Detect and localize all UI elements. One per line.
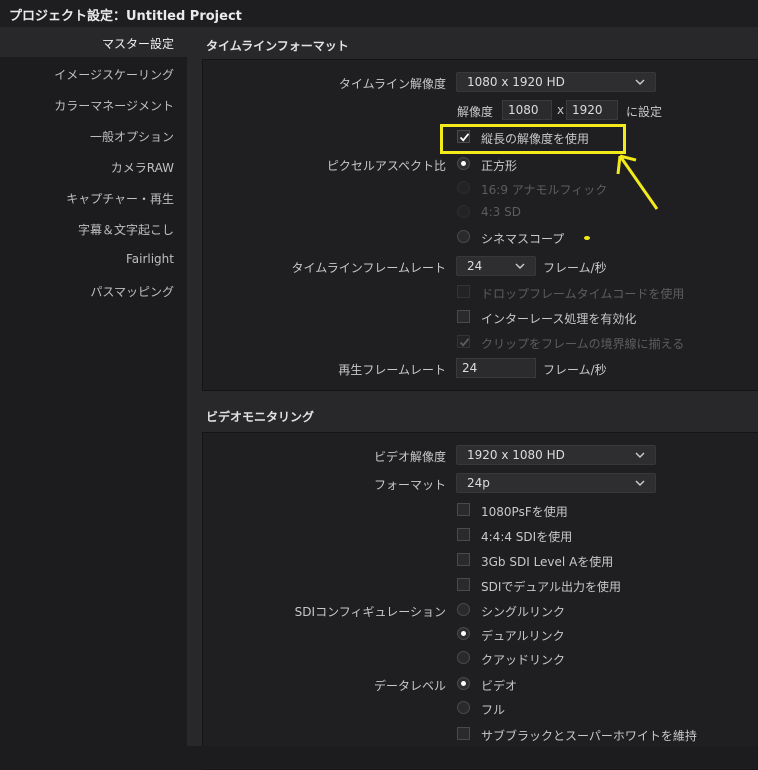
sdi-dual-output-label: SDIでデュアル出力を使用 <box>481 580 622 594</box>
resolution-height-input[interactable]: 1920 <box>566 100 618 120</box>
chevron-down-icon <box>635 79 645 85</box>
sidebar-item-general-options[interactable]: 一般オプション <box>90 128 174 145</box>
section-title-video-monitoring: ビデオモニタリング <box>206 410 315 424</box>
sidebar-item-master-settings[interactable]: マスター設定 <box>102 35 174 52</box>
arrow-annotation-icon <box>616 154 659 210</box>
aspect-anamorphic-label: 16:9 アナモルフィック <box>481 183 608 197</box>
sidebar-item-camera-raw[interactable]: カメラRAW <box>111 159 174 176</box>
use-3gb-sdi-label: 3Gb SDI Level Aを使用 <box>481 555 614 569</box>
aspect-cinemascope-radio[interactable] <box>457 230 470 243</box>
bottom-bar <box>0 746 758 768</box>
sidebar-item-image-scaling[interactable]: イメージスケーリング <box>54 66 174 83</box>
timeline-resolution-label: タイムライン解像度 <box>338 77 446 91</box>
sdi-dual-link-label: デュアルリンク <box>481 629 565 643</box>
set-resolution-label: に設定 <box>626 105 663 119</box>
use-1080psf-checkbox[interactable] <box>457 503 470 516</box>
checkmark-icon <box>459 338 470 347</box>
sidebar-item-fairlight[interactable]: Fairlight <box>126 252 174 266</box>
chevron-down-icon <box>635 480 645 486</box>
sdi-single-link-label: シングルリンク <box>481 605 566 619</box>
data-level-video-radio[interactable] <box>457 677 470 690</box>
aspect-4-3-label: 4:3 SD <box>481 205 521 219</box>
video-resolution-label: ビデオ解像度 <box>373 450 446 464</box>
sidebar-item-capture-playback[interactable]: キャプチャー・再生 <box>66 190 174 207</box>
drop-frame-checkbox[interactable] <box>457 285 470 298</box>
aspect-square-radio[interactable] <box>457 157 470 170</box>
data-level-full-label: フル <box>481 703 506 717</box>
playback-framerate-label: 再生フレームレート <box>338 363 446 377</box>
sdi-dual-link-radio[interactable] <box>457 627 470 640</box>
clip-snap-label: クリップをフレームの境界線に揃える <box>481 337 685 351</box>
data-level-label: データレベル <box>373 679 446 693</box>
video-resolution-value: 1920 x 1080 HD <box>467 448 565 462</box>
highlight-annotation-dot <box>584 236 590 240</box>
sdi-config-label: SDIコンフィギュレーション <box>294 605 446 619</box>
interlace-label: インターレース処理を有効化 <box>481 312 637 326</box>
section-title-timeline-format: タイムラインフォーマット <box>206 39 349 53</box>
playback-framerate-input[interactable]: 24 <box>456 358 536 378</box>
timeline-resolution-value: 1080 x 1920 HD <box>467 75 565 89</box>
use-1080psf-label: 1080PsFを使用 <box>481 505 568 519</box>
retain-sub-black-checkbox[interactable] <box>457 727 470 740</box>
sdi-dual-output-checkbox[interactable] <box>457 578 470 591</box>
pixel-aspect-label: ピクセルアスペクト比 <box>326 159 446 173</box>
resolution-separator: x <box>557 103 565 117</box>
timeline-framerate-label: タイムラインフレームレート <box>291 261 446 275</box>
chevron-down-icon <box>635 452 645 458</box>
timeline-framerate-dropdown[interactable]: 24 <box>456 256 536 276</box>
use-444-sdi-checkbox[interactable] <box>457 528 470 541</box>
aspect-4-3-radio[interactable] <box>457 205 470 218</box>
data-level-video-label: ビデオ <box>481 679 518 693</box>
interlace-checkbox[interactable] <box>457 310 470 323</box>
video-format-value: 24p <box>467 476 490 490</box>
data-level-full-radio[interactable] <box>457 701 470 714</box>
video-format-dropdown[interactable]: 24p <box>456 473 656 493</box>
drop-frame-label: ドロップフレームタイムコードを使用 <box>481 287 685 301</box>
custom-resolution-label: 解像度 <box>457 105 494 119</box>
retain-sub-black-label: サブブラックとスーパーホワイトを維持 <box>481 729 697 743</box>
settings-sidebar: マスター設定 イメージスケーリング カラーマネージメント 一般オプション カメラ… <box>0 27 187 768</box>
sdi-quad-link-label: クアッドリンク <box>481 653 566 667</box>
aspect-square-label: 正方形 <box>481 159 518 173</box>
sdi-quad-link-radio[interactable] <box>457 651 470 664</box>
aspect-cinemascope-label: シネマスコープ <box>481 232 565 246</box>
sidebar-item-color-management[interactable]: カラーマネージメント <box>54 97 174 114</box>
resolution-width-input[interactable]: 1080 <box>502 100 552 120</box>
aspect-anamorphic-radio[interactable] <box>457 181 470 194</box>
timeline-framerate-value: 24 <box>467 259 483 273</box>
sidebar-item-path-mapping[interactable]: パスマッピング <box>90 283 174 300</box>
use-3gb-sdi-checkbox[interactable] <box>457 553 470 566</box>
sidebar-item-subtitles[interactable]: 字幕＆文字起こし <box>78 221 174 238</box>
clip-snap-checkbox[interactable] <box>457 335 470 348</box>
window-titlebar: プロジェクト設定：Untitled Project <box>0 0 758 28</box>
use-444-sdi-label: 4:4:4 SDIを使用 <box>481 530 573 544</box>
timeline-framerate-unit: フレーム/秒 <box>543 261 607 275</box>
highlight-annotation-box <box>440 124 626 154</box>
playback-framerate-unit: フレーム/秒 <box>543 363 607 377</box>
window-title: プロジェクト設定：Untitled Project <box>9 9 242 24</box>
video-resolution-dropdown[interactable]: 1920 x 1080 HD <box>456 445 656 465</box>
sdi-single-link-radio[interactable] <box>457 603 470 616</box>
video-format-label: フォーマット <box>373 478 446 492</box>
chevron-down-icon <box>515 263 525 269</box>
timeline-resolution-dropdown[interactable]: 1080 x 1920 HD <box>456 72 656 92</box>
